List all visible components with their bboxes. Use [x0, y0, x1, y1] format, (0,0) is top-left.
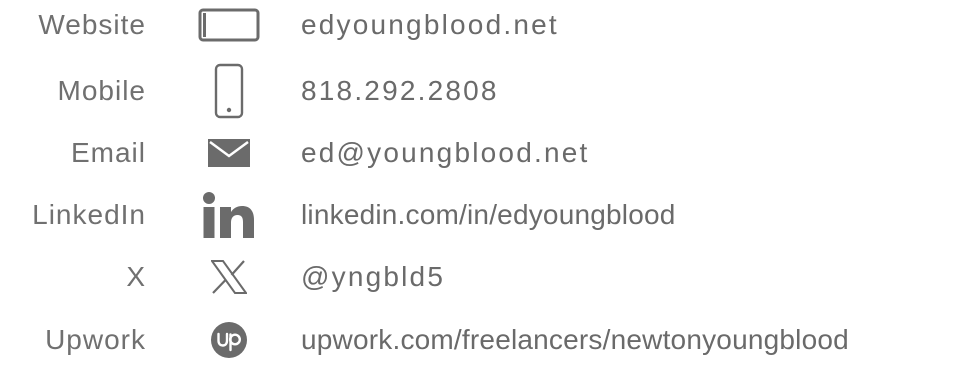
email-link[interactable]: ed@youngblood.net — [301, 137, 589, 169]
contact-row-website: Website edyoungblood.net — [0, 0, 976, 54]
contact-row-mobile: Mobile 818.292.2808 — [0, 62, 976, 120]
x-logo-icon — [197, 248, 261, 306]
contact-row-x: X @yngbld5 — [0, 248, 976, 306]
website-link[interactable]: edyoungblood.net — [301, 9, 559, 41]
mobile-phone-number[interactable]: 818.292.2808 — [301, 75, 499, 107]
tablet-icon — [197, 0, 261, 54]
linkedin-link[interactable]: linkedin.com/in/edyoungblood — [301, 199, 676, 231]
envelope-icon — [197, 124, 261, 182]
mobile-label: Mobile — [57, 75, 146, 106]
linkedin-icon — [197, 186, 261, 244]
contact-row-upwork: Upwork upwork.com/freelancers/newtonyoun… — [0, 311, 976, 369]
upwork-icon — [197, 311, 261, 369]
linkedin-label: LinkedIn — [32, 199, 146, 230]
mobile-phone-icon — [197, 62, 261, 120]
contact-row-email: Email ed@youngblood.net — [0, 124, 976, 182]
website-label: Website — [38, 9, 146, 40]
x-label: X — [126, 261, 146, 292]
upwork-link[interactable]: upwork.com/freelancers/newtonyoungblood — [301, 324, 849, 356]
upwork-label: Upwork — [45, 324, 146, 355]
email-label: Email — [70, 137, 146, 168]
contact-row-linkedin: LinkedIn linkedin.com/in/edyoungblood — [0, 186, 976, 244]
x-handle-link[interactable]: @yngbld5 — [301, 261, 445, 293]
